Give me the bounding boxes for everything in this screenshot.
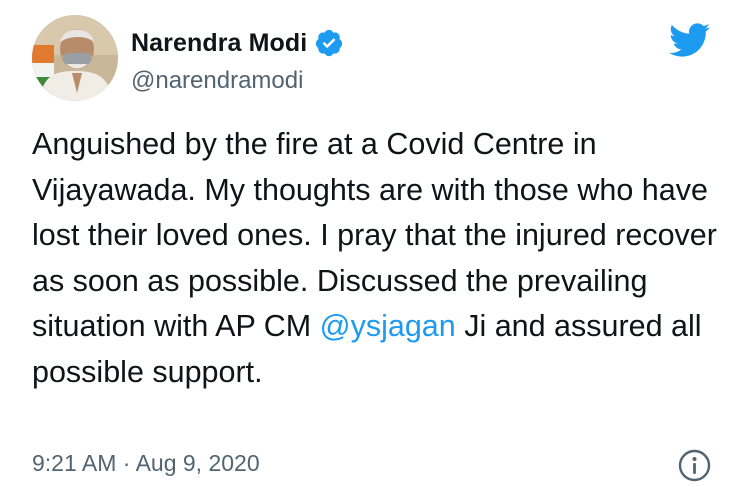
avatar[interactable] bbox=[32, 15, 118, 101]
tweet-date: Aug 9, 2020 bbox=[135, 450, 260, 476]
tweet-text: Anguished by the fire at a Covid Centre … bbox=[32, 122, 722, 395]
name-row: Narendra Modi bbox=[131, 27, 344, 59]
tweet-timestamp[interactable]: 9:21 AM · Aug 9, 2020 bbox=[32, 450, 260, 477]
meta-separator: · bbox=[122, 450, 131, 476]
avatar-image bbox=[32, 15, 118, 101]
mention-link[interactable]: @ysjagan bbox=[320, 309, 456, 343]
handle[interactable]: @narendramodi bbox=[131, 67, 344, 95]
tweet-card: Narendra Modi @narendramodi Anguished by… bbox=[0, 0, 741, 486]
verified-badge-icon bbox=[314, 28, 344, 58]
info-icon[interactable] bbox=[678, 449, 711, 482]
author-block: Narendra Modi @narendramodi bbox=[131, 27, 344, 95]
display-name[interactable]: Narendra Modi bbox=[131, 29, 307, 58]
twitter-bird-icon[interactable] bbox=[667, 22, 711, 58]
tweet-time: 9:21 AM bbox=[32, 450, 117, 476]
